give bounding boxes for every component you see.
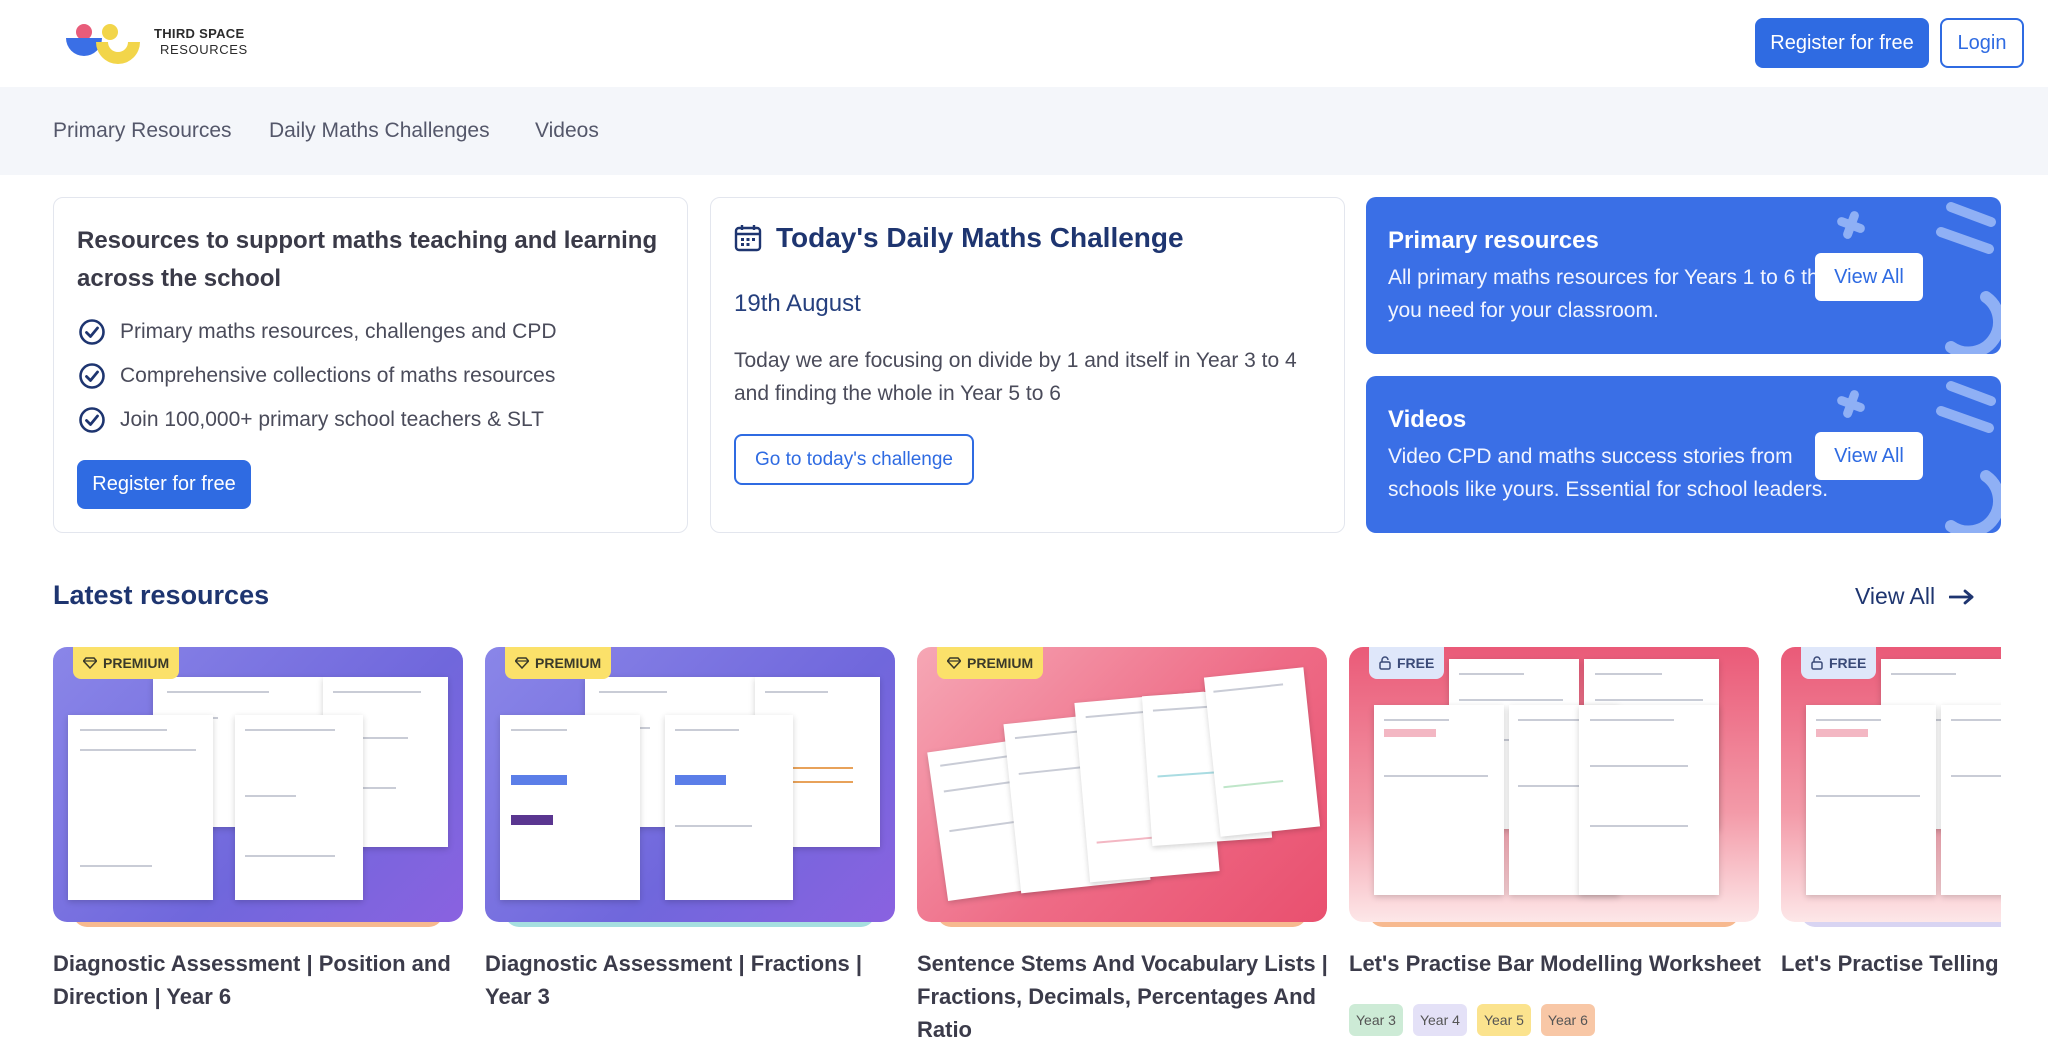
resource-card[interactable]: PREMIUM Sentence Stems And Vocabulary Li…	[917, 647, 1328, 1039]
promo-description: All primary maths resources for Years 1 …	[1388, 266, 1837, 322]
view-all-primary-resources-button[interactable]: View All	[1815, 253, 1923, 301]
arrow-right-icon	[1949, 589, 1974, 604]
check-circle-icon	[79, 407, 105, 433]
intro-card-title: Resources to support maths teaching and …	[77, 227, 658, 292]
year-tag[interactable]: Year 5	[1476, 1004, 1531, 1036]
promo-videos[interactable]: Videos Video CPD and maths success stori…	[1366, 376, 2001, 533]
latest-resources-carousel[interactable]: PREMIUM Diagnostic Assessment | Position…	[53, 647, 2001, 1039]
resource-thumbnail[interactable]: FREE	[1349, 647, 1759, 922]
calendar-icon	[734, 225, 762, 252]
badge-label: PREMIUM	[103, 655, 170, 671]
gem-icon	[947, 657, 961, 669]
resource-thumbnail[interactable]: PREMIUM	[485, 647, 895, 922]
badge-label: PREMIUM	[967, 655, 1034, 671]
intro-point: Join 100,000+ primary school teachers & …	[78, 406, 544, 434]
intro-point-text: Primary maths resources, challenges and …	[120, 320, 557, 343]
resource-thumbnail[interactable]: PREMIUM	[917, 647, 1327, 922]
check-circle-icon	[79, 319, 105, 345]
main-nav: Primary Resources Daily Maths Challenges…	[0, 87, 2048, 175]
daily-challenge-description: Today we are focusing on divide by 1 and…	[734, 349, 1297, 405]
view-all-label: View All	[1855, 583, 1936, 609]
resource-title[interactable]: Diagnostic Assessment | Position and Dir…	[53, 947, 473, 1013]
gem-icon	[515, 657, 529, 669]
year-tag[interactable]: Year 4	[1412, 1004, 1467, 1036]
site-logo[interactable]: THIRD SPACE RESOURCES	[62, 20, 248, 64]
resource-thumbnail[interactable]: FREE	[1781, 647, 2001, 922]
resource-title[interactable]: Sentence Stems And Vocabulary Lists | Fr…	[917, 947, 1337, 1039]
nav-item-primary-resources[interactable]: Primary Resources	[53, 119, 232, 143]
intro-register-button[interactable]: Register for free	[77, 460, 251, 509]
year-tag[interactable]: Year 6	[1540, 1004, 1595, 1036]
top-header: THIRD SPACE RESOURCES Register for free …	[0, 0, 2048, 87]
badge-label: FREE	[1397, 655, 1435, 671]
promo-title: Videos	[1388, 406, 1467, 433]
resource-card[interactable]: PREMIUM Diagnostic Assessment | Position…	[53, 647, 463, 1039]
latest-view-all-link[interactable]: View All	[1855, 583, 1975, 610]
latest-resources-title: Latest resources	[53, 580, 270, 610]
year-tag[interactable]: Year 3	[1349, 1004, 1403, 1036]
resource-card[interactable]: PREMIUM Diagnostic Assessment | Fraction…	[485, 647, 895, 1039]
check-circle-icon	[79, 363, 105, 389]
intro-point-text: Comprehensive collections of maths resou…	[120, 364, 556, 387]
free-badge: FREE	[1369, 647, 1445, 679]
year-tags: Year 3 Year 4 Year 5 Year 6	[1349, 1004, 1595, 1036]
go-to-challenge-button[interactable]: Go to today's challenge	[734, 434, 974, 485]
view-all-videos-button[interactable]: View All	[1815, 432, 1923, 480]
premium-badge: PREMIUM	[73, 647, 180, 679]
gem-icon	[83, 657, 97, 669]
intro-point: Primary maths resources, challenges and …	[78, 318, 557, 346]
intro-point-text: Join 100,000+ primary school teachers & …	[120, 408, 544, 431]
intro-point: Comprehensive collections of maths resou…	[78, 362, 555, 390]
promo-primary-resources[interactable]: Primary resources All primary maths reso…	[1366, 197, 2001, 354]
premium-badge: PREMIUM	[505, 647, 612, 679]
promo-title: Primary resources	[1388, 227, 1599, 254]
resource-title[interactable]: Let's Practise Telling Time Sheets	[1781, 947, 2001, 980]
badge-label: PREMIUM	[535, 655, 602, 671]
nav-item-videos[interactable]: Videos	[535, 119, 599, 143]
logo-mark-icon	[66, 24, 140, 64]
intro-card: Resources to support maths teaching and …	[53, 197, 688, 533]
resource-title[interactable]: Let's Practise Bar Modelling Worksheet	[1349, 947, 1769, 980]
daily-challenge-title: Today's Daily Maths Challenge	[776, 222, 1184, 253]
promo-description: Video CPD and maths success stories from…	[1388, 445, 1829, 501]
register-button[interactable]: Register for free	[1755, 18, 1929, 68]
unlock-icon	[1379, 656, 1391, 670]
logo-text-line2: RESOURCES	[160, 42, 248, 57]
resource-card[interactable]: FREE Let's Practise Bar Modelling Worksh…	[1349, 647, 1761, 1039]
badge-label: FREE	[1829, 655, 1867, 671]
daily-challenge-date: 19th August	[734, 290, 861, 317]
resource-title[interactable]: Diagnostic Assessment | Fractions | Year…	[485, 947, 905, 1013]
nav-item-daily-maths-challenges[interactable]: Daily Maths Challenges	[269, 119, 490, 143]
free-badge: FREE	[1801, 647, 1877, 679]
logo-text-line1: THIRD SPACE	[154, 26, 245, 41]
login-button[interactable]: Login	[1940, 18, 2024, 68]
unlock-icon	[1811, 656, 1823, 670]
resource-card[interactable]: FREE Let's Practise Telling Time Sheets	[1781, 647, 2001, 1039]
premium-badge: PREMIUM	[937, 647, 1044, 679]
resource-thumbnail[interactable]: PREMIUM	[53, 647, 463, 922]
daily-challenge-card: Today's Daily Maths Challenge 19th Augus…	[710, 197, 1345, 533]
